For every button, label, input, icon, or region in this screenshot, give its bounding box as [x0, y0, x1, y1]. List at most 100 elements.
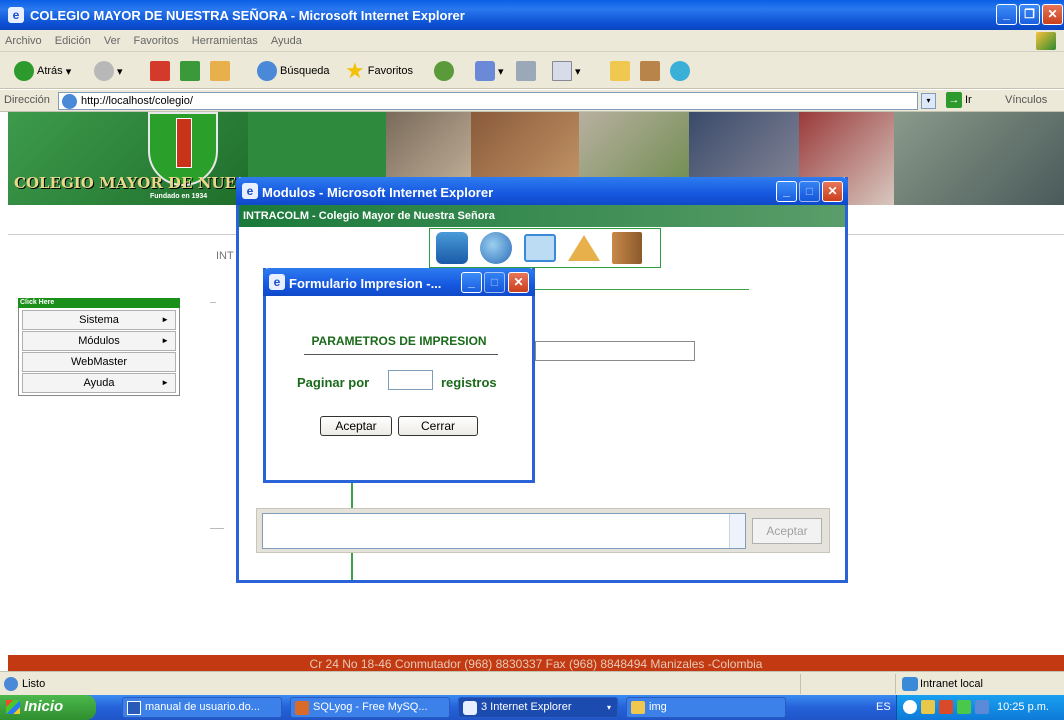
search-label: Búsqueda	[280, 65, 330, 77]
history-button[interactable]	[434, 60, 454, 82]
search-icon[interactable]	[480, 232, 512, 264]
forward-arrow-icon	[94, 61, 114, 81]
close-button[interactable]: ✕	[1042, 4, 1063, 25]
restore-button[interactable]: ❐	[1019, 4, 1040, 25]
modulos-titlebar[interactable]: e Modulos - Microsoft Internet Explorer …	[236, 177, 848, 205]
menu-archivo[interactable]: Archivo	[0, 30, 47, 52]
chevron-down-icon: ▾	[606, 703, 611, 712]
forward-button[interactable]: ▾	[94, 60, 123, 82]
start-button[interactable]: Inicio	[0, 695, 96, 720]
paginate-label: Paginar por	[297, 375, 370, 390]
bottom-textarea[interactable]	[262, 513, 746, 549]
word-icon	[127, 701, 141, 715]
divider	[800, 674, 801, 694]
form-minimize-button[interactable]: _	[461, 272, 482, 293]
network-icon[interactable]	[921, 700, 935, 714]
links-label[interactable]: Vínculos	[1005, 94, 1047, 106]
form-close-button[interactable]: ✕	[508, 272, 529, 293]
home-button[interactable]	[210, 60, 230, 82]
sidebar-item-sistema[interactable]: Sistema ►	[22, 310, 176, 330]
menu-edicion[interactable]: Edición	[50, 30, 96, 52]
research-button[interactable]	[640, 60, 660, 82]
status-text: Listo	[22, 678, 46, 690]
form-close-text-button[interactable]: Cerrar	[398, 416, 478, 436]
form-maximize-button[interactable]: □	[484, 272, 505, 293]
system-tray: 10:25 p.m.	[896, 695, 1064, 720]
task-word[interactable]: manual de usuario.do...	[122, 697, 282, 718]
arrow-right-icon: ►	[161, 336, 169, 345]
messenger-button[interactable]	[670, 60, 690, 82]
favorites-button[interactable]: ★ Favoritos	[345, 58, 413, 83]
sidebar-item-ayuda[interactable]: Ayuda ►	[22, 373, 176, 393]
sidebar-item-label: Módulos	[78, 335, 120, 347]
go-button[interactable]: → Ir	[946, 92, 972, 108]
search-button[interactable]: Búsqueda	[257, 60, 330, 82]
exit-door-icon[interactable]	[612, 232, 642, 264]
form-accept-button[interactable]: Aceptar	[320, 416, 392, 436]
menu-herramientas[interactable]: Herramientas	[187, 30, 263, 52]
back-arrow-icon	[14, 61, 34, 81]
print-icon[interactable]	[568, 235, 600, 261]
back-button[interactable]: Atrás ▾	[14, 60, 71, 82]
module-input[interactable]	[535, 341, 695, 361]
refresh-icon	[180, 61, 200, 81]
language-indicator[interactable]: ES	[876, 701, 891, 713]
ie-icon: e	[242, 183, 258, 199]
task-sqlyog[interactable]: SQLyog - Free MySQ...	[290, 697, 450, 718]
address-dropdown[interactable]: ▾	[921, 93, 936, 109]
document-icon[interactable]	[524, 234, 556, 262]
menu-favoritos[interactable]: Favoritos	[128, 30, 183, 52]
word-icon	[552, 61, 572, 81]
history-icon	[434, 61, 454, 81]
folder-button[interactable]	[610, 60, 630, 82]
textarea-scrollbar[interactable]	[729, 514, 745, 548]
site-footer: Cr 24 No 18-46 Conmutador (968) 8830337 …	[8, 655, 1064, 671]
print-button[interactable]	[516, 60, 536, 82]
paginate-input[interactable]	[388, 370, 433, 390]
toolbar: Atrás ▾ ▾ Búsqueda ★ Favoritos ▾ ▾	[0, 52, 1064, 89]
menu-ver[interactable]: Ver	[99, 30, 126, 52]
heading-underline	[304, 354, 498, 355]
sidebar-item-webmaster[interactable]: WebMaster	[22, 352, 176, 372]
task-internet-explorer[interactable]: 3 Internet Explorer ▾	[458, 697, 618, 718]
modulos-close-button[interactable]: ✕	[822, 181, 843, 202]
mail-button[interactable]: ▾	[475, 60, 504, 82]
modulos-minimize-button[interactable]: _	[776, 181, 797, 202]
shield-emblem	[176, 118, 192, 168]
print-icon	[516, 61, 536, 81]
tray-expand-icon[interactable]	[903, 700, 917, 714]
browser-title: COLEGIO MAYOR DE NUESTRA SEÑORA - Micros…	[30, 8, 465, 23]
sidebar-item-modulos[interactable]: Módulos ►	[22, 331, 176, 351]
edit-button[interactable]: ▾	[552, 60, 581, 82]
security-icon[interactable]	[939, 700, 953, 714]
browser-titlebar[interactable]: e COLEGIO MAYOR DE NUESTRA SEÑORA - Micr…	[0, 0, 1064, 30]
ie-icon: e	[269, 274, 285, 290]
records-label: registros	[441, 375, 497, 390]
display-icon[interactable]	[975, 700, 989, 714]
task-label: SQLyog - Free MySQ...	[313, 701, 428, 713]
back-label: Atrás	[37, 65, 63, 77]
stop-button[interactable]	[150, 60, 170, 82]
task-img-folder[interactable]: img	[626, 697, 786, 718]
go-arrow-icon: →	[946, 92, 962, 108]
address-value: http://localhost/colegio/	[81, 95, 193, 107]
zone-text: Intranet local	[920, 678, 983, 690]
refresh-button[interactable]	[180, 60, 200, 82]
sidebar-header: Click Here	[18, 298, 180, 308]
bottom-accept-button[interactable]: Aceptar	[752, 518, 822, 544]
minimize-button[interactable]: _	[996, 4, 1017, 25]
print-params-heading: PARAMETROS DE IMPRESION	[311, 334, 487, 348]
print-form-titlebar[interactable]: e Formulario Impresion -... _ □ ✕	[263, 268, 535, 296]
intro-text: INT	[216, 250, 234, 262]
divider	[210, 302, 216, 303]
menu-ayuda[interactable]: Ayuda	[266, 30, 307, 52]
modulos-maximize-button[interactable]: □	[799, 181, 820, 202]
add-database-icon[interactable]	[436, 232, 468, 264]
task-label: manual de usuario.do...	[145, 701, 260, 713]
modulos-header: INTRACOLM - Colegio Mayor de Nuestra Señ…	[239, 205, 845, 227]
sidebar-menu: Click Here Sistema ► Módulos ► WebMaster A…	[18, 298, 180, 396]
messenger-tray-icon[interactable]	[957, 700, 971, 714]
address-input[interactable]: http://localhost/colegio/	[58, 92, 918, 110]
ie-icon	[463, 701, 477, 715]
divider	[895, 674, 896, 694]
